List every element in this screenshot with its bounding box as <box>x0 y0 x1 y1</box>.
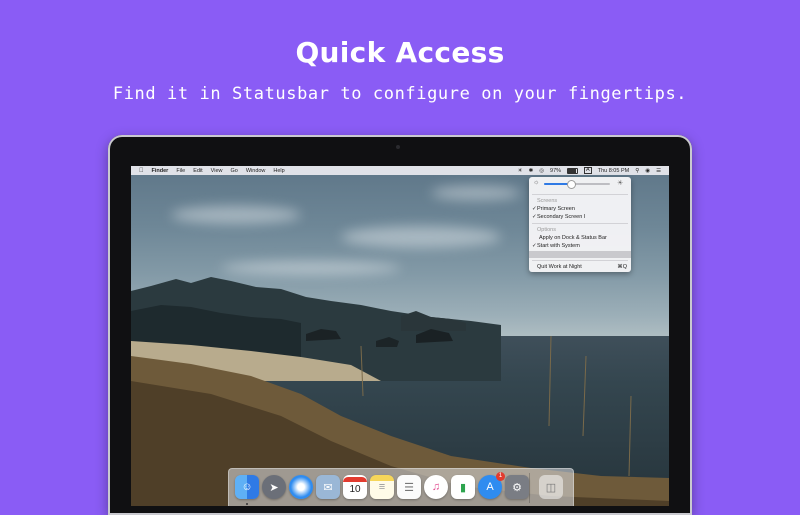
menu-bar:  Finder File Edit View Go Window Help ☀… <box>131 166 669 175</box>
brightness-high-icon: ☀ <box>617 180 624 187</box>
menu-item-quit[interactable]: Quit Work at Night ⌘Q <box>529 263 631 271</box>
siri-icon[interactable]: ◉ <box>645 168 650 174</box>
safari-icon[interactable]: ✦ <box>289 475 313 499</box>
numbers-icon[interactable]: ▮ <box>451 475 475 499</box>
menu-window[interactable]: Window <box>246 168 266 174</box>
wifi-icon[interactable]: ◎ <box>539 168 544 174</box>
cloud <box>171 206 301 224</box>
system-preferences-icon[interactable]: ⚙ <box>505 475 529 499</box>
work-at-night-icon[interactable]: ☀ <box>518 168 523 174</box>
brightness-slider-knob[interactable] <box>566 180 576 189</box>
app-store-badge: 1 <box>496 472 505 481</box>
bluetooth-icon[interactable]: ✱ <box>529 168 534 174</box>
app-store-icon[interactable]: A 1 <box>478 472 505 499</box>
checkmark-icon: ✓ <box>532 206 537 212</box>
menu-clock[interactable]: Thu 8:05 PM <box>598 168 630 174</box>
menu-header-screens: Screens <box>537 198 558 204</box>
camera-dot <box>396 145 400 149</box>
promo-title: Quick Access <box>295 36 505 69</box>
desktop-screen:  Finder File Edit View Go Window Help ☀… <box>131 166 669 506</box>
input-source-icon[interactable]: A <box>584 167 592 174</box>
calendar-icon[interactable]: 10 <box>343 475 367 499</box>
checkmark-icon: ✓ <box>532 214 537 220</box>
menu-edit[interactable]: Edit <box>193 168 202 174</box>
quit-shortcut: ⌘Q <box>617 264 627 270</box>
menu-view[interactable]: View <box>211 168 223 174</box>
menu-help[interactable]: Help <box>273 168 284 174</box>
promo-subtitle: Find it in Statusbar to configure on you… <box>112 84 688 104</box>
status-menu: ☼ ☀ Screens ✓ Primary Screen ✓ Secondary… <box>529 177 631 272</box>
cloud <box>341 226 501 248</box>
menu-separator <box>532 260 628 261</box>
menu-item-start-with-system[interactable]: ✓ Start with System <box>529 242 631 250</box>
reminders-icon[interactable]: ☰ <box>397 475 421 499</box>
battery-percent[interactable]: 97% <box>550 168 561 174</box>
menu-header-options: Options <box>537 227 556 233</box>
notes-icon[interactable]: ≡ <box>370 475 394 499</box>
music-icon[interactable]: ♫ <box>424 475 448 499</box>
brightness-slider[interactable] <box>544 180 610 189</box>
cloud <box>431 186 521 200</box>
menu-item-primary-screen[interactable]: ✓ Primary Screen <box>529 205 631 213</box>
launchpad-icon[interactable]: ➤ <box>262 475 286 499</box>
menu-separator <box>532 194 628 195</box>
spotlight-icon[interactable]: ⚲ <box>635 168 639 174</box>
trash-icon[interactable]: ◫ <box>539 475 563 499</box>
menu-go[interactable]: Go <box>231 168 238 174</box>
dock: ☺ ➤ ✦ ✉ 10 ≡ ☰ ♫ ▮ A 1 ⚙ ◫ <box>228 468 574 506</box>
battery-icon[interactable] <box>567 167 579 174</box>
notification-center-icon[interactable]: ☰ <box>656 168 661 174</box>
menu-item-apply-dock-status-bar[interactable]: Apply on Dock & Status Bar <box>529 234 631 242</box>
running-indicator <box>246 503 248 505</box>
menu-item-highlighted[interactable] <box>529 251 631 258</box>
finder-icon[interactable]: ☺ <box>235 475 259 499</box>
calendar-day: 10 <box>349 483 361 495</box>
dock-divider <box>529 473 530 503</box>
menu-app-name[interactable]: Finder <box>152 168 169 174</box>
mail-icon[interactable]: ✉ <box>316 475 340 499</box>
menu-file[interactable]: File <box>176 168 185 174</box>
menu-separator <box>532 223 628 224</box>
apple-icon[interactable]:  <box>139 168 144 174</box>
checkmark-icon: ✓ <box>532 243 537 249</box>
brightness-low-icon: ☼ <box>533 179 540 186</box>
menu-item-secondary-screen[interactable]: ✓ Secondary Screen I <box>529 213 631 221</box>
